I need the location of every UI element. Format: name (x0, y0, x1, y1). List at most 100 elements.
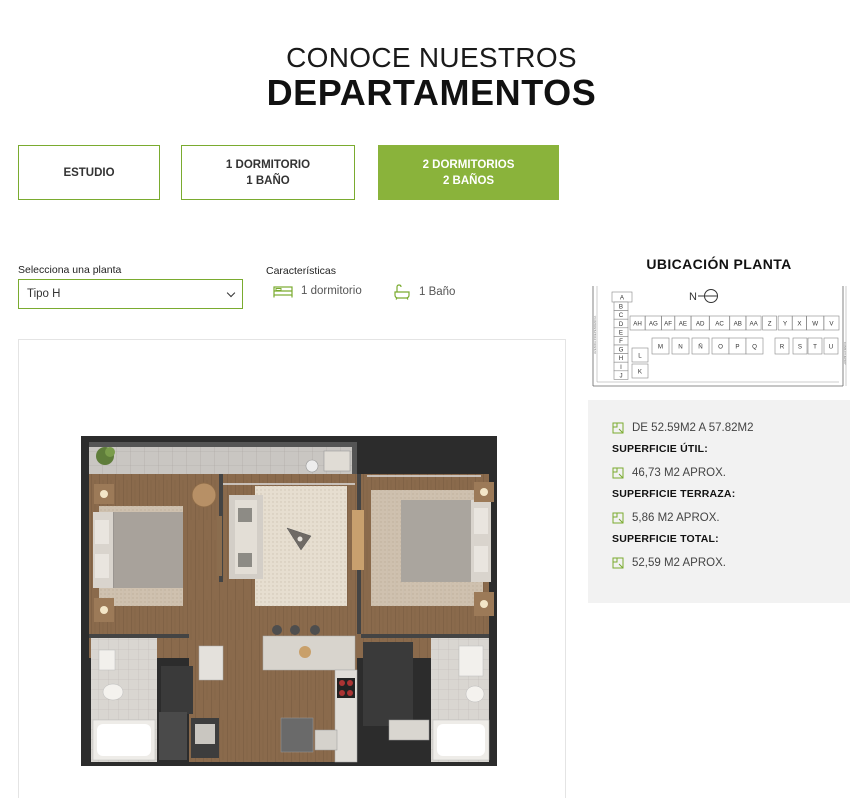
site-unit-label: S (798, 343, 802, 350)
floor-plan-frame (18, 339, 566, 798)
site-unit: E (613, 327, 629, 337)
plan-select-value: Tipo H (27, 288, 61, 300)
bathtub-icon (394, 284, 410, 300)
site-unit: R (774, 337, 790, 355)
site-unit: P (728, 337, 747, 355)
surface-terraza-value: 5,86 M2 APROX. (632, 511, 720, 524)
site-unit: AA (745, 315, 762, 331)
site-unit-label: Q (752, 343, 757, 350)
site-unit: H (613, 353, 629, 363)
site-unit: AC (709, 315, 730, 331)
feature-bath-label: 1 Baño (419, 286, 456, 298)
type-button-1-dormitorio[interactable]: 1 DORMITORIO 1 BAÑO (181, 145, 355, 200)
site-unit: K (631, 363, 649, 379)
site-unit-label: M (658, 343, 663, 350)
area-icon (612, 512, 624, 523)
site-unit-label: F (619, 338, 623, 345)
site-unit-label: L (638, 352, 642, 359)
site-unit: Y (777, 315, 793, 331)
area-icon (612, 557, 624, 568)
surface-range: DE 52.59M2 A 57.82M2 (632, 421, 754, 434)
chevron-down-icon (226, 288, 236, 297)
location-title: UBICACIÓN PLANTA (646, 256, 792, 272)
site-unit-label: Z (768, 320, 772, 327)
site-unit-label: Y (783, 320, 787, 327)
site-unit-label: I (620, 364, 622, 371)
site-unit-label: X (797, 320, 801, 327)
north-label: N (689, 291, 697, 303)
site-unit: AE (674, 315, 692, 331)
floor-plan-image (81, 436, 497, 766)
site-unit: Ñ (691, 337, 710, 355)
surface-util-value: 46,73 M2 APROX. (632, 466, 726, 479)
site-unit-label: AE (679, 320, 687, 327)
site-unit-label: Ñ (698, 343, 702, 350)
site-unit: I (613, 361, 629, 372)
site-unit-label: W (812, 320, 818, 327)
surface-total-label: SUPERFICIE TOTAL: (612, 533, 719, 545)
site-unit: AG (644, 315, 662, 331)
site-unit-label: O (718, 343, 723, 350)
site-unit-label: P (735, 343, 739, 350)
features-label: Características (266, 265, 337, 277)
site-unit: Q (745, 337, 764, 355)
site-unit-label: AC (715, 320, 724, 327)
site-unit: AD (690, 315, 710, 331)
surfaces-panel: DE 52.59M2 A 57.82M2 SUPERFICIE ÚTIL: 46… (588, 400, 850, 603)
site-unit: U (823, 337, 839, 355)
site-unit-label: AB (734, 320, 742, 327)
street-right-label: CAMILO HENRY (843, 342, 847, 365)
site-unit: A (611, 291, 633, 303)
site-unit: AH (629, 315, 646, 331)
site-unit: F (613, 336, 629, 346)
surface-total-row: 52,59 M2 APROX. (612, 555, 850, 570)
site-unit-label: AG (649, 320, 658, 327)
site-unit: O (711, 337, 730, 355)
area-icon (612, 467, 624, 478)
street-left-label: AVENIDA INDEPENDENCIA (593, 316, 597, 354)
site-unit-label: AH (633, 320, 642, 327)
site-unit-label: D (619, 321, 624, 328)
site-unit-label: E (619, 329, 623, 336)
site-map-svg: AVENIDA INDEPENDENCIA CAMILO HENRY N ABC… (592, 286, 847, 387)
select-plan-label: Selecciona una planta (18, 264, 122, 276)
site-unit: AF (661, 315, 675, 331)
site-unit: L (631, 347, 649, 363)
bed-icon (273, 286, 293, 298)
site-unit: W (806, 315, 824, 331)
plan-select[interactable]: Tipo H (18, 279, 243, 309)
site-unit: G (613, 344, 629, 354)
site-unit-label: B (619, 304, 623, 311)
site-unit: D (613, 318, 629, 329)
site-unit-label: G (619, 347, 624, 354)
site-unit-label: AA (749, 320, 758, 327)
site-unit-label: U (829, 343, 833, 350)
surface-range-row: DE 52.59M2 A 57.82M2 (612, 420, 850, 435)
feature-bedroom-label: 1 dormitorio (301, 285, 362, 297)
site-unit: X (792, 315, 807, 331)
site-unit-label: AF (664, 320, 672, 327)
type-button-label: 1 DORMITORIO 1 BAÑO (225, 158, 311, 187)
site-location-map: AVENIDA INDEPENDENCIA CAMILO HENRY N ABC… (588, 286, 850, 391)
site-unit: B (613, 301, 629, 311)
surface-terraza-label: SUPERFICIE TERRAZA: (612, 488, 736, 500)
site-unit-label: N (678, 343, 682, 350)
site-unit: AB (729, 315, 747, 331)
site-unit-label: H (619, 355, 623, 362)
type-button-estudio[interactable]: ESTUDIO (18, 145, 160, 200)
surface-util-label: SUPERFICIE ÚTIL: (612, 443, 708, 455)
feature-bedroom: 1 dormitorio (273, 284, 362, 298)
site-unit-label: AD (696, 320, 705, 327)
site-unit-label: J (619, 372, 622, 379)
site-unit: Z (762, 315, 777, 331)
hero-title-line1: CONOCE NUESTROS (286, 42, 577, 73)
site-unit: V (823, 315, 840, 331)
type-button-2-dormitorios[interactable]: 2 DORMITORIOS 2 BAÑOS (378, 145, 559, 200)
site-unit: T (807, 337, 823, 355)
type-button-label: ESTUDIO (63, 166, 115, 179)
surface-util-row: 46,73 M2 APROX. (612, 465, 850, 480)
surface-total-value: 52,59 M2 APROX. (632, 556, 726, 569)
type-button-label: 2 DORMITORIOS 2 BAÑOS (422, 158, 515, 187)
site-unit: N (671, 337, 690, 355)
north-compass-icon (698, 289, 718, 303)
